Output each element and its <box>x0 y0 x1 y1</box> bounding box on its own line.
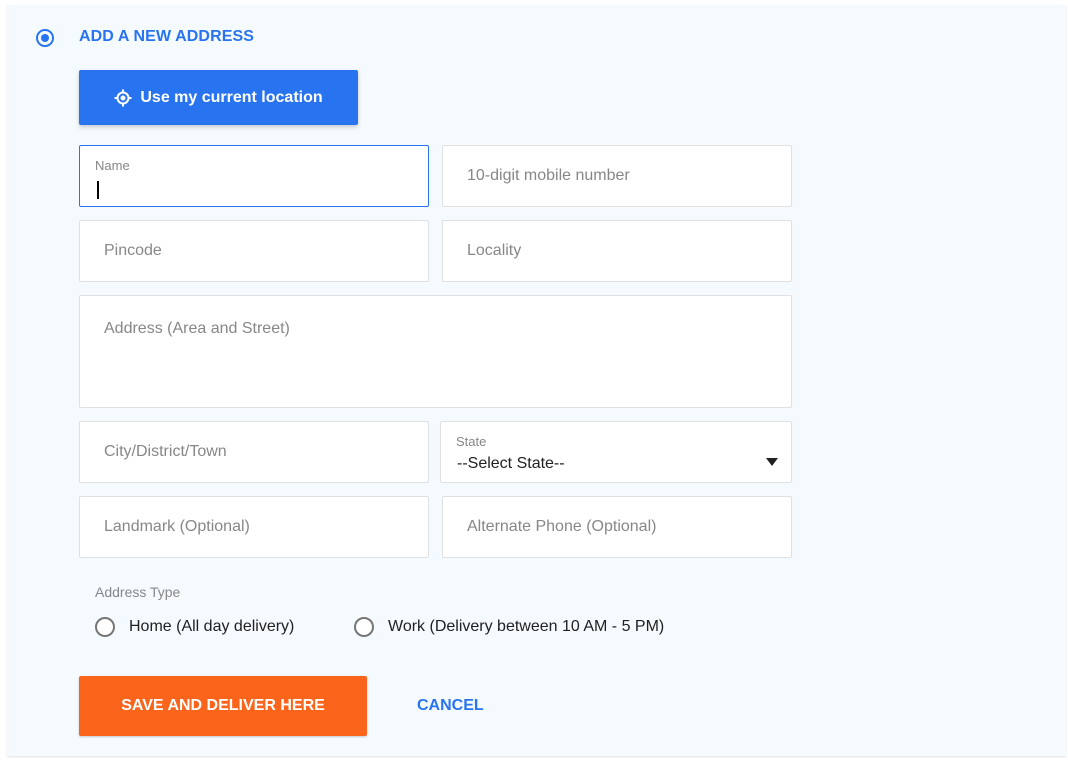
state-select[interactable]: State --Select State-- <box>440 421 792 483</box>
city-field[interactable]: City/District/Town <box>79 421 429 483</box>
landmark-field[interactable]: Landmark (Optional) <box>79 496 429 558</box>
locality-placeholder: Locality <box>467 242 522 259</box>
cancel-button[interactable]: CANCEL <box>417 697 484 715</box>
dropdown-arrow-icon <box>766 458 778 466</box>
state-selected-value: --Select State-- <box>457 455 565 472</box>
section-title: ADD A NEW ADDRESS <box>79 28 255 45</box>
crosshair-icon <box>114 89 132 107</box>
mobile-number-field[interactable]: 10-digit mobile number <box>442 145 792 207</box>
work-option-label: Work (Delivery between 10 AM - 5 PM) <box>388 618 665 635</box>
landmark-placeholder: Landmark (Optional) <box>104 518 250 535</box>
name-label: Name <box>95 158 130 173</box>
address-type-home-option[interactable]: Home (All day delivery) <box>95 617 294 637</box>
city-placeholder: City/District/Town <box>104 443 227 460</box>
pincode-field[interactable]: Pincode <box>79 220 429 282</box>
address-type-label: Address Type <box>95 584 181 600</box>
add-address-radio[interactable] <box>36 29 54 47</box>
address-type-work-option[interactable]: Work (Delivery between 10 AM - 5 PM) <box>354 617 664 637</box>
mobile-number-placeholder: 10-digit mobile number <box>467 167 630 184</box>
use-current-location-button[interactable]: Use my current location <box>79 70 358 125</box>
state-label: State <box>456 434 487 449</box>
home-option-label: Home (All day delivery) <box>129 618 295 635</box>
home-radio[interactable] <box>95 617 115 637</box>
pincode-placeholder: Pincode <box>104 242 162 259</box>
text-cursor <box>97 181 99 199</box>
alternate-phone-field[interactable]: Alternate Phone (Optional) <box>442 496 792 558</box>
save-and-deliver-button[interactable]: SAVE AND DELIVER HERE <box>79 676 367 736</box>
address-placeholder: Address (Area and Street) <box>104 320 290 337</box>
alternate-phone-placeholder: Alternate Phone (Optional) <box>467 518 657 535</box>
locality-field[interactable]: Locality <box>442 220 792 282</box>
address-textarea[interactable]: Address (Area and Street) <box>79 295 792 408</box>
work-radio[interactable] <box>354 617 374 637</box>
name-field[interactable]: Name <box>79 145 429 207</box>
use-current-location-label: Use my current location <box>140 88 323 106</box>
